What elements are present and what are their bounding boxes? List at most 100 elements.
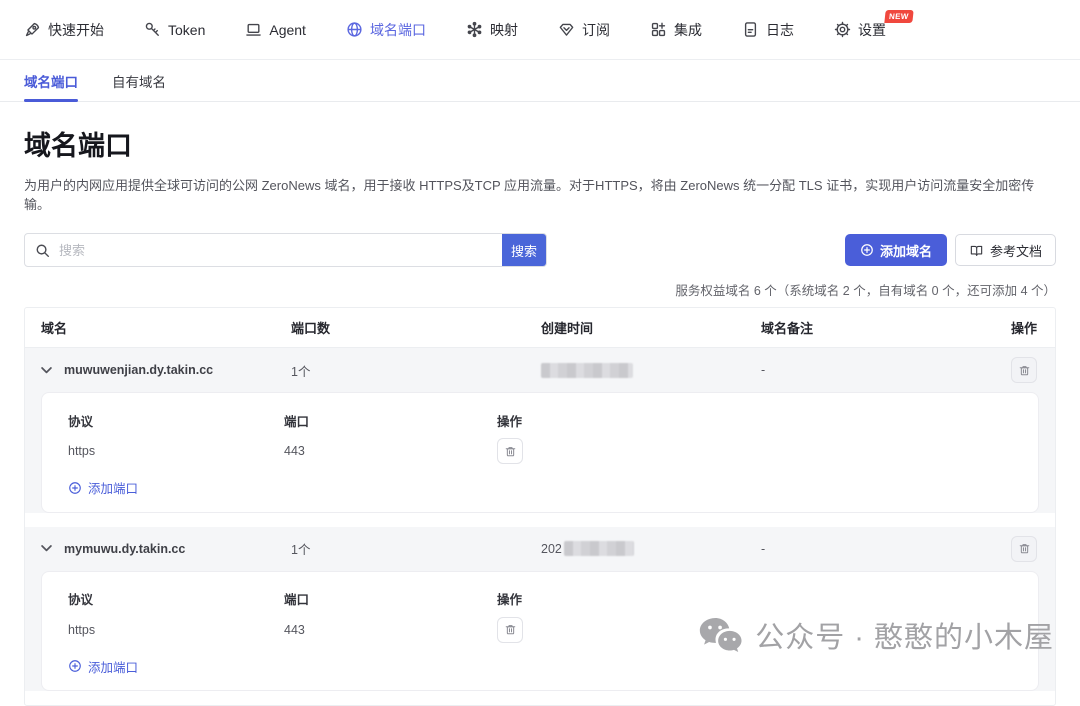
col-remark: 域名备注 xyxy=(761,318,1011,337)
domain-remark: - xyxy=(761,542,1011,556)
circle-plus-icon xyxy=(68,659,82,673)
quota-text: 服务权益域名 6 个（系统域名 2 个，自有域名 0 个，还可添加 4 个） xyxy=(24,280,1056,299)
search-box: 搜索 xyxy=(24,233,547,267)
add-port-link[interactable]: 添加端口 xyxy=(68,657,138,676)
protocol-value: https xyxy=(68,623,284,637)
created-time: 202 xyxy=(541,541,761,556)
nav-item-domain-port[interactable]: 域名端口 xyxy=(346,20,426,40)
book-icon xyxy=(969,243,984,258)
page-title: 域名端口 xyxy=(24,124,1056,163)
globe-icon xyxy=(346,21,363,38)
nav-item-settings[interactable]: 设置 NEW xyxy=(834,20,886,40)
top-nav: 快速开始 Token Agent 域名端口 映射 订阅 集成 日志 设置 NEW xyxy=(0,0,1080,60)
sub-col-protocol: 协议 xyxy=(68,411,284,430)
add-port-label: 添加端口 xyxy=(88,657,138,676)
trash-icon xyxy=(1018,364,1031,377)
protocol-value: https xyxy=(68,444,284,458)
created-time-visible: 202 xyxy=(541,542,562,556)
nav-item-integration[interactable]: 集成 xyxy=(650,20,702,40)
domain-name: mymuwu.dy.takin.cc xyxy=(64,542,185,556)
sub-col-actions: 操作 xyxy=(497,411,1022,430)
sub-col-actions: 操作 xyxy=(497,589,1022,608)
col-created: 创建时间 xyxy=(541,318,761,337)
chevron-down-icon[interactable] xyxy=(41,365,52,376)
nav-label: 映射 xyxy=(490,20,518,40)
search-input[interactable] xyxy=(59,234,502,266)
nav-label: 集成 xyxy=(674,20,702,40)
domain-cell: mymuwu.dy.takin.cc xyxy=(41,542,291,556)
delete-port-button[interactable] xyxy=(497,617,523,643)
redacted-created-time xyxy=(564,541,634,556)
delete-domain-button[interactable] xyxy=(1011,357,1037,383)
subtable-header: 协议 端口 操作 xyxy=(68,407,1022,433)
trash-icon xyxy=(1018,542,1031,555)
port-value: 443 xyxy=(284,444,497,458)
nav-label: Token xyxy=(168,22,205,38)
sub-col-port: 端口 xyxy=(284,411,497,430)
nav-label: 设置 xyxy=(858,20,886,40)
nav-item-subscription[interactable]: 订阅 xyxy=(558,20,610,40)
col-port-count: 端口数 xyxy=(291,318,541,337)
nav-item-quick-start[interactable]: 快速开始 xyxy=(24,20,104,40)
add-domain-label: 添加域名 xyxy=(880,241,932,260)
reference-doc-label: 参考文档 xyxy=(990,241,1042,260)
tab-own-domain[interactable]: 自有域名 xyxy=(112,60,166,101)
table-header: 域名 端口数 创建时间 域名备注 操作 xyxy=(25,308,1055,348)
add-port-link[interactable]: 添加端口 xyxy=(68,478,138,497)
delete-domain-button[interactable] xyxy=(1011,536,1037,562)
col-domain: 域名 xyxy=(41,318,291,337)
redacted-created-time xyxy=(541,363,633,378)
search-icon xyxy=(25,234,59,266)
key-icon xyxy=(144,21,161,38)
nav-item-agent[interactable]: Agent xyxy=(245,21,306,38)
sub-col-port: 端口 xyxy=(284,589,497,608)
toolbar: 搜索 添加域名 参考文档 xyxy=(24,233,1056,267)
nav-label: 日志 xyxy=(766,20,794,40)
nav-label: 域名端口 xyxy=(370,20,426,40)
trash-icon xyxy=(504,623,517,636)
port-value: 443 xyxy=(284,623,497,637)
search-button[interactable]: 搜索 xyxy=(502,234,546,266)
port-row: https 443 xyxy=(68,433,1022,469)
chevron-down-icon[interactable] xyxy=(41,543,52,554)
domain-group: mymuwu.dy.takin.cc 1个 202 - 协议 端口 xyxy=(25,527,1055,692)
nav-item-mapping[interactable]: 映射 xyxy=(466,20,518,40)
gem-icon xyxy=(558,21,575,38)
circle-plus-icon xyxy=(860,243,874,257)
table-row[interactable]: mymuwu.dy.takin.cc 1个 202 - xyxy=(25,527,1055,571)
table-row[interactable]: muwuwenjian.dy.takin.cc 1个 - xyxy=(25,348,1055,392)
ports-subtable: 协议 端口 操作 https 443 添加端口 xyxy=(41,571,1039,692)
trash-icon xyxy=(504,445,517,458)
add-domain-button[interactable]: 添加域名 xyxy=(845,234,947,266)
reference-doc-button[interactable]: 参考文档 xyxy=(955,234,1056,266)
created-time xyxy=(541,363,761,378)
domain-remark: - xyxy=(761,363,1011,377)
tab-domain-port[interactable]: 域名端口 xyxy=(24,60,78,101)
nav-label: 快速开始 xyxy=(48,20,104,40)
sub-col-protocol: 协议 xyxy=(68,589,284,608)
toolbar-actions: 添加域名 参考文档 xyxy=(845,234,1056,266)
port-count: 1个 xyxy=(291,539,541,558)
subtable-header: 协议 端口 操作 xyxy=(68,586,1022,612)
add-port-label: 添加端口 xyxy=(88,478,138,497)
blocks-icon xyxy=(650,21,667,38)
main-content: 域名端口 为用户的内网应用提供全球可访问的公网 ZeroNews 域名，用于接收… xyxy=(0,102,1080,706)
delete-port-button[interactable] xyxy=(497,438,523,464)
domains-table: 域名 端口数 创建时间 域名备注 操作 muwuwenjian.dy.takin… xyxy=(24,307,1056,706)
laptop-icon xyxy=(245,21,262,38)
document-icon xyxy=(742,21,759,38)
domain-group: muwuwenjian.dy.takin.cc 1个 - 协议 端口 操作 xyxy=(25,348,1055,513)
domain-cell: muwuwenjian.dy.takin.cc xyxy=(41,363,291,377)
domain-name: muwuwenjian.dy.takin.cc xyxy=(64,363,213,377)
nav-item-logs[interactable]: 日志 xyxy=(742,20,794,40)
page-description: 为用户的内网应用提供全球可访问的公网 ZeroNews 域名，用于接收 HTTP… xyxy=(24,175,1056,213)
col-actions: 操作 xyxy=(1011,318,1039,337)
gear-icon xyxy=(834,21,851,38)
tab-bar: 域名端口 自有域名 xyxy=(0,60,1080,102)
asterisk-icon xyxy=(466,21,483,38)
ports-subtable: 协议 端口 操作 https 443 添加端口 xyxy=(41,392,1039,513)
port-row: https 443 xyxy=(68,612,1022,648)
nav-item-token[interactable]: Token xyxy=(144,21,205,38)
new-badge: NEW xyxy=(885,10,914,23)
circle-plus-icon xyxy=(68,481,82,495)
